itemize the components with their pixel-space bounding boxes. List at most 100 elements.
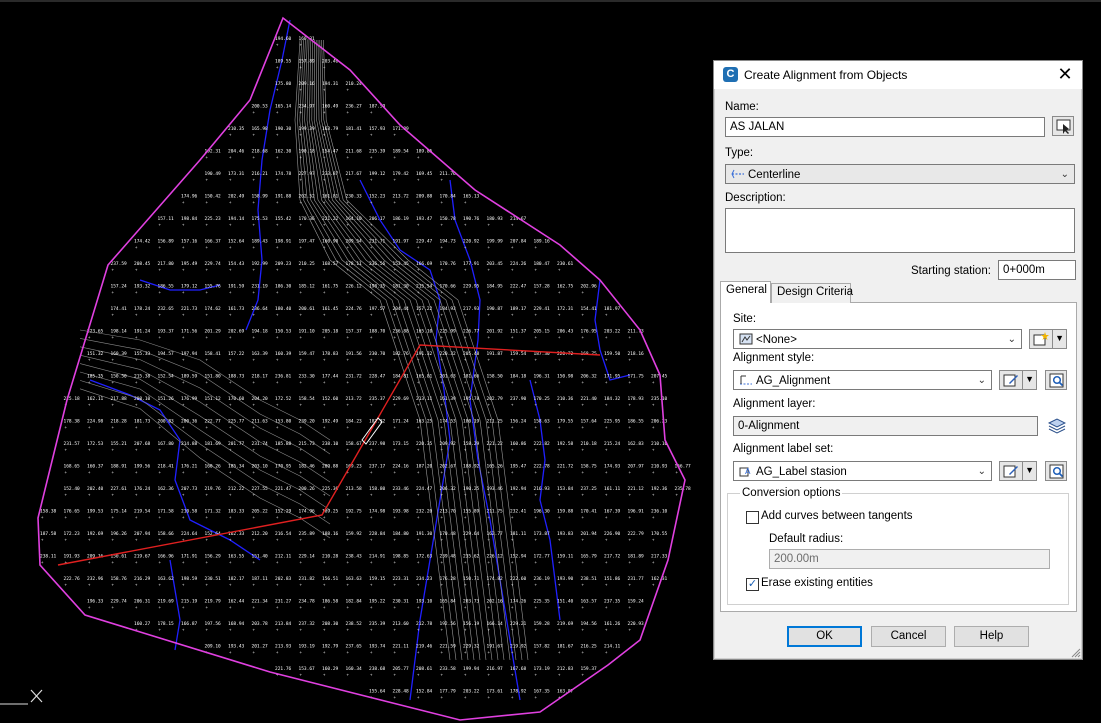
point-marker: + [488, 357, 491, 362]
dialog-titlebar[interactable]: C Create Alignment from Objects ✕ [714, 61, 1082, 89]
point-marker: + [464, 627, 467, 632]
point-marker: + [88, 335, 91, 340]
point-marker: + [300, 537, 303, 542]
point-marker: + [582, 447, 585, 452]
type-select[interactable]: Centerline ⌄ [725, 164, 1075, 184]
point-marker: + [370, 627, 373, 632]
site-select[interactable]: <None> ⌄ [733, 329, 1022, 349]
point-marker: + [135, 290, 138, 295]
edit-label-set-button[interactable]: ▼ [999, 461, 1037, 481]
point-marker: + [605, 582, 608, 587]
edit-style-icon [1003, 465, 1018, 478]
tab-design-criteria[interactable]: Design Criteria [771, 283, 853, 303]
name-input[interactable]: AS JALAN [725, 117, 1045, 137]
point-marker: + [370, 335, 373, 340]
point-marker: + [464, 515, 467, 520]
edit-style-button[interactable]: ▼ [999, 370, 1037, 390]
layer-button[interactable] [1045, 416, 1067, 436]
default-radius-input[interactable]: 200.00m [769, 549, 1050, 569]
point-marker: + [88, 582, 91, 587]
create-alignment-dialog: C Create Alignment from Objects ✕ Name: … [713, 60, 1083, 660]
point-marker: + [441, 447, 444, 452]
point-marker: + [535, 357, 538, 362]
help-button[interactable]: Help [954, 626, 1029, 647]
cancel-button[interactable]: Cancel [871, 626, 946, 647]
pick-from-drawing-icon [1056, 119, 1071, 134]
point-marker: + [276, 132, 279, 137]
close-icon[interactable]: ✕ [1054, 64, 1076, 86]
alignment-style-icon [740, 375, 752, 385]
point-marker: + [206, 560, 209, 565]
point-marker: + [300, 335, 303, 340]
add-curves-checkbox[interactable] [746, 511, 759, 524]
caret-down-icon: ▼ [1025, 465, 1034, 475]
point-marker: + [323, 110, 326, 115]
create-site-button[interactable]: ▼ [1029, 329, 1067, 349]
point-marker: + [629, 492, 632, 497]
point-marker: + [464, 447, 467, 452]
point-marker: + [629, 537, 632, 542]
point-marker: + [347, 447, 350, 452]
point-marker: + [464, 470, 467, 475]
conversion-options-label: Conversion options [740, 487, 843, 499]
point-marker: + [417, 537, 420, 542]
point-marker: + [511, 312, 514, 317]
point-marker: + [65, 515, 68, 520]
point-marker: + [88, 605, 91, 610]
point-marker: + [41, 537, 44, 542]
point-marker: + [65, 470, 68, 475]
point-marker: + [206, 605, 209, 610]
point-marker: + [347, 537, 350, 542]
point-marker: + [652, 560, 655, 565]
point-marker: + [229, 200, 232, 205]
point-marker: + [441, 695, 444, 700]
point-marker: + [370, 380, 373, 385]
point-marker: + [135, 560, 138, 565]
point-marker: + [347, 267, 350, 272]
point-marker: + [394, 492, 397, 497]
point-marker: + [511, 537, 514, 542]
point-marker: + [323, 470, 326, 475]
point-marker: + [159, 245, 162, 250]
point-marker: + [112, 447, 115, 452]
point-marker: + [558, 560, 561, 565]
point-marker: + [206, 357, 209, 362]
point-marker: + [511, 335, 514, 340]
point-marker: + [582, 492, 585, 497]
point-marker: + [182, 267, 185, 272]
point-marker: + [206, 537, 209, 542]
point-marker: + [135, 402, 138, 407]
erase-entities-checkbox[interactable]: ✓ [746, 578, 759, 591]
alignment-style-select[interactable]: AG_Alignment ⌄ [733, 370, 992, 390]
point-marker: + [206, 470, 209, 475]
chevron-down-icon: ⌄ [1007, 334, 1016, 345]
point-marker: + [511, 357, 514, 362]
point-marker: + [182, 335, 185, 340]
point-marker: + [276, 267, 279, 272]
point-marker: + [135, 312, 138, 317]
point-marker: + [558, 290, 561, 295]
preview-style-button[interactable] [1045, 370, 1067, 390]
point-marker: + [347, 380, 350, 385]
point-marker: + [253, 537, 256, 542]
description-input[interactable] [725, 208, 1075, 253]
point-marker: + [535, 290, 538, 295]
ok-button[interactable]: OK [787, 626, 862, 647]
caret-down-icon: ▼ [1055, 333, 1064, 343]
pick-name-button[interactable] [1052, 116, 1074, 136]
point-marker: + [535, 470, 538, 475]
point-marker: + [276, 537, 279, 542]
point-marker: + [41, 560, 44, 565]
tab-general[interactable]: General [720, 281, 771, 303]
point-marker: + [347, 492, 350, 497]
label-set-icon: A [739, 467, 751, 477]
alignment-label-set-select[interactable]: A AG_Label stasion ⌄ [733, 461, 992, 481]
point-marker: + [159, 380, 162, 385]
preview-label-set-button[interactable] [1045, 461, 1067, 481]
point-marker: + [300, 87, 303, 92]
starting-station-input[interactable]: 0+000m [998, 260, 1076, 280]
point-marker: + [300, 425, 303, 430]
resize-grip-icon[interactable] [1071, 648, 1081, 658]
canvas-top-edge [0, 0, 1101, 2]
point-marker: + [253, 312, 256, 317]
